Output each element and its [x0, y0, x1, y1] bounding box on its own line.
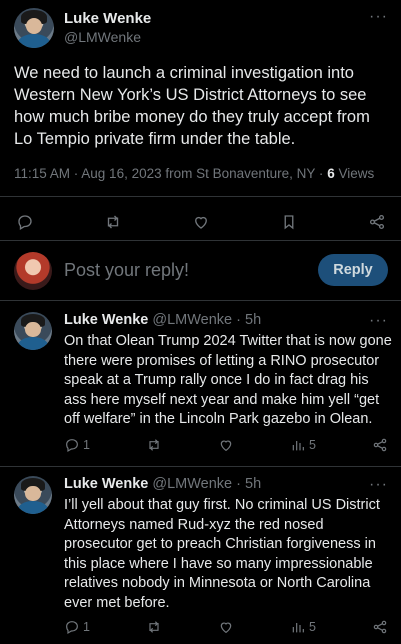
share-icon[interactable] — [366, 211, 388, 233]
main-tweet-actions — [14, 208, 388, 236]
reply-text: I’ll yell about that guy first. No crimi… — [64, 497, 380, 611]
more-icon[interactable]: ··· — [369, 8, 388, 26]
views-count: 5 — [309, 620, 316, 634]
reply-header: Luke Wenke @LMWenke · 5h — [64, 312, 261, 328]
author-name[interactable]: Luke Wenke — [64, 476, 148, 492]
like-icon[interactable] — [218, 619, 234, 635]
reply-tweet[interactable]: Luke Wenke @LMWenke · 5h ··· I’ll yell a… — [14, 476, 388, 644]
author-handle[interactable]: @LMWenke — [152, 476, 232, 492]
author-avatar[interactable] — [14, 8, 54, 48]
retweet-icon[interactable] — [146, 437, 162, 453]
current-user-avatar — [14, 252, 52, 290]
tweet-meta: 11:15 AM · Aug 16, 2023 from St Bonavent… — [14, 166, 374, 181]
bookmark-icon[interactable] — [278, 211, 300, 233]
reply-actions: 1 5 — [64, 616, 388, 638]
author-avatar[interactable] — [14, 476, 52, 514]
reply-tweet[interactable]: Luke Wenke @LMWenke · 5h ··· On that Ole… — [14, 312, 392, 462]
divider — [0, 300, 401, 301]
reply-age: · 5h — [236, 312, 262, 328]
share-icon[interactable] — [372, 437, 388, 453]
reply-composer: Post your reply! Reply — [14, 250, 388, 292]
divider — [0, 240, 401, 241]
divider — [0, 196, 401, 197]
tweet-text: We need to launch a criminal investigati… — [14, 64, 370, 148]
more-icon[interactable]: ··· — [369, 312, 388, 330]
views-label: Views — [338, 166, 375, 181]
author-name[interactable]: Luke Wenke — [64, 312, 148, 328]
author-handle[interactable]: @LMWenke — [64, 29, 141, 45]
retweet-icon[interactable] — [146, 619, 162, 635]
views-icon[interactable]: 5 — [290, 619, 316, 635]
reply-text: On that Olean Trump 2024 Twitter that is… — [64, 333, 392, 427]
main-tweet-header: Luke Wenke @LMWenke ··· — [14, 8, 388, 48]
views-icon[interactable]: 5 — [290, 437, 316, 453]
reply-icon[interactable]: 1 — [64, 437, 90, 453]
divider — [0, 466, 401, 467]
author-name[interactable]: Luke Wenke — [64, 10, 151, 27]
reply-icon[interactable] — [14, 211, 36, 233]
more-icon[interactable]: ··· — [369, 476, 388, 494]
like-icon[interactable] — [190, 211, 212, 233]
reply-button[interactable]: Reply — [318, 254, 388, 286]
views-count: 6 — [327, 166, 335, 181]
reply-count: 1 — [83, 620, 90, 634]
views-count: 5 — [309, 438, 316, 452]
share-icon[interactable] — [372, 619, 388, 635]
author-handle[interactable]: @LMWenke — [152, 312, 232, 328]
author-avatar[interactable] — [14, 312, 52, 350]
reply-header: Luke Wenke @LMWenke · 5h — [64, 476, 261, 492]
tweet-timestamp[interactable]: 11:15 AM · Aug 16, 2023 from St Bonavent… — [14, 166, 323, 181]
retweet-icon[interactable] — [102, 211, 124, 233]
reply-count: 1 — [83, 438, 90, 452]
reply-age: · 5h — [236, 476, 262, 492]
reply-input[interactable]: Post your reply! — [64, 260, 189, 281]
reply-icon[interactable]: 1 — [64, 619, 90, 635]
like-icon[interactable] — [218, 437, 234, 453]
reply-actions: 1 5 — [64, 434, 388, 456]
